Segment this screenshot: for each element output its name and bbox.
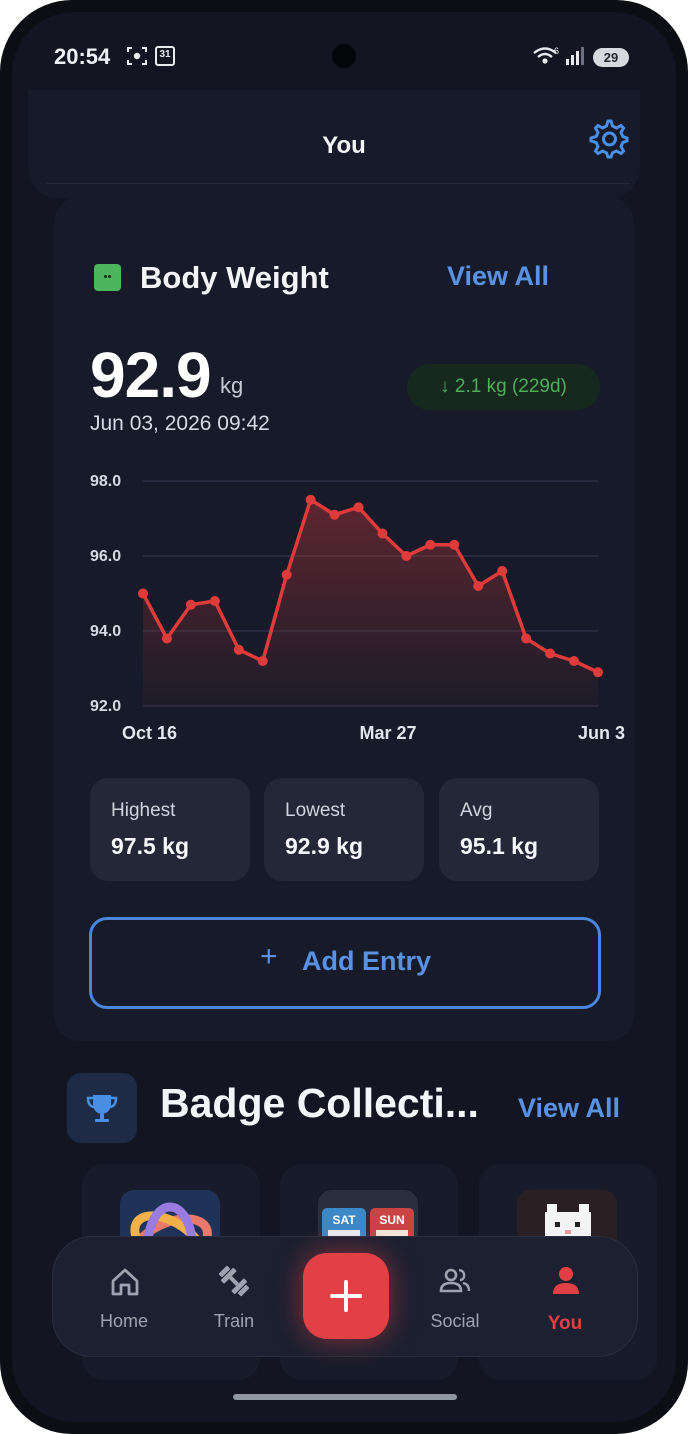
settings-gear-icon[interactable]	[586, 116, 630, 160]
nav-you-label: You	[547, 1313, 583, 1334]
screenshot-icon	[127, 47, 147, 65]
arrow-down-icon: ↓	[440, 376, 450, 397]
badges-title: Badge Collecti...	[160, 1080, 479, 1126]
nav-train[interactable]: Train	[179, 1237, 289, 1356]
chart-data-point	[569, 656, 580, 666]
chart-y-tick-label: 96.0	[90, 548, 121, 565]
calendar-day-label: 31	[159, 49, 171, 60]
current-weight-value: 92.9	[90, 339, 212, 411]
stat-lowest-value: 92.9 kg	[285, 833, 363, 859]
chart-y-tick-label: 98.0	[90, 473, 121, 490]
chart-data-point	[281, 569, 292, 580]
nav-social-label: Social	[430, 1311, 480, 1331]
badges-view-all-link[interactable]: View All	[518, 1093, 620, 1124]
stat-lowest-label: Lowest	[285, 800, 346, 821]
svg-text:SUN: SUN	[379, 1213, 404, 1227]
calendar-icon: 31	[155, 46, 175, 66]
wifi-icon: 6	[533, 46, 559, 64]
chart-data-point	[257, 656, 268, 666]
chart-data-point	[209, 596, 220, 606]
stat-highest-value: 97.5 kg	[111, 833, 189, 859]
app-screen: 20:54 31 6 29 You Body Weight View All 9…	[12, 12, 676, 1422]
chart-data-point	[161, 633, 172, 644]
chart-data-point	[377, 528, 388, 539]
battery-indicator: 29	[593, 48, 629, 67]
chart-data-point	[329, 509, 340, 520]
nav-home-label: Home	[99, 1311, 148, 1331]
add-workout-fab[interactable]	[303, 1253, 389, 1339]
weight-change-label: 2.1 kg (229d)	[454, 376, 567, 397]
weight-chart[interactable]: 98.0 96.0 94.0 92.0Oct 16 Mar 27 Jun 3	[12, 467, 676, 752]
nav-social[interactable]: Social	[400, 1237, 510, 1356]
chart-y-tick-label: 92.0	[90, 698, 121, 715]
body-weight-view-all-link[interactable]: View All	[447, 261, 549, 292]
chart-data-point	[521, 633, 532, 644]
stat-average: Avg 95.1 kg	[439, 778, 599, 881]
people-icon	[439, 1268, 471, 1293]
chart-data-point	[233, 644, 244, 655]
chart-data-point	[449, 539, 460, 550]
signal-icon	[566, 47, 584, 65]
plus-icon	[330, 1280, 362, 1312]
weight-change-badge: ↓ 2.1 kg (229d)	[407, 364, 600, 410]
chart-data-point	[593, 667, 603, 678]
status-time: 20:54	[54, 44, 111, 69]
chart-x-tick-label: Mar 27	[359, 723, 416, 743]
chart-data-point	[353, 502, 364, 513]
chart-data-point	[185, 599, 196, 610]
trophy-icon	[86, 1095, 118, 1122]
trophy-icon-box	[67, 1073, 137, 1143]
nav-train-label: Train	[213, 1311, 255, 1331]
home-icon	[111, 1268, 139, 1296]
svg-text:6: 6	[554, 46, 559, 56]
status-bar: 20:54 31 6 29	[12, 12, 676, 92]
stat-lowest: Lowest 92.9 kg	[264, 778, 424, 881]
stat-average-value: 95.1 kg	[460, 833, 538, 859]
chart-data-point	[497, 566, 508, 576]
bottom-nav: Home Train Social You	[52, 1236, 638, 1357]
stat-average-label: Avg	[460, 800, 493, 821]
chart-data-point	[545, 648, 556, 659]
chart-data-point	[138, 588, 148, 599]
home-indicator	[233, 1394, 457, 1400]
chart-data-point	[305, 494, 316, 505]
dumbbell-icon	[218, 1265, 250, 1297]
page-title: You	[322, 132, 366, 159]
plus-icon: +	[260, 940, 278, 973]
chart-data-point	[425, 539, 436, 550]
front-camera	[332, 44, 356, 68]
current-weight-date: Jun 03, 2026 09:42	[90, 412, 270, 435]
phone-frame: 20:54 31 6 29 You Body Weight View All 9…	[0, 0, 688, 1434]
chart-data-point	[401, 551, 412, 561]
body-weight-title: Body Weight	[140, 260, 329, 295]
chart-x-tick-label: Jun 3	[578, 723, 625, 743]
stat-highest-label: Highest	[111, 800, 176, 821]
current-weight-unit: kg	[220, 373, 244, 398]
header-divider	[46, 183, 630, 184]
chart-data-point	[473, 581, 484, 591]
chart-x-tick-label: Oct 16	[122, 723, 177, 743]
scale-icon	[94, 264, 121, 291]
add-entry-label: Add Entry	[302, 946, 432, 976]
chart-y-tick-label: 94.0	[90, 623, 121, 640]
person-icon	[553, 1267, 579, 1294]
nav-home[interactable]: Home	[69, 1237, 179, 1356]
svg-text:SAT: SAT	[332, 1213, 356, 1227]
nav-you[interactable]: You	[510, 1237, 620, 1356]
add-entry-button[interactable]: + Add Entry	[89, 917, 601, 1009]
stat-highest: Highest 97.5 kg	[90, 778, 250, 881]
